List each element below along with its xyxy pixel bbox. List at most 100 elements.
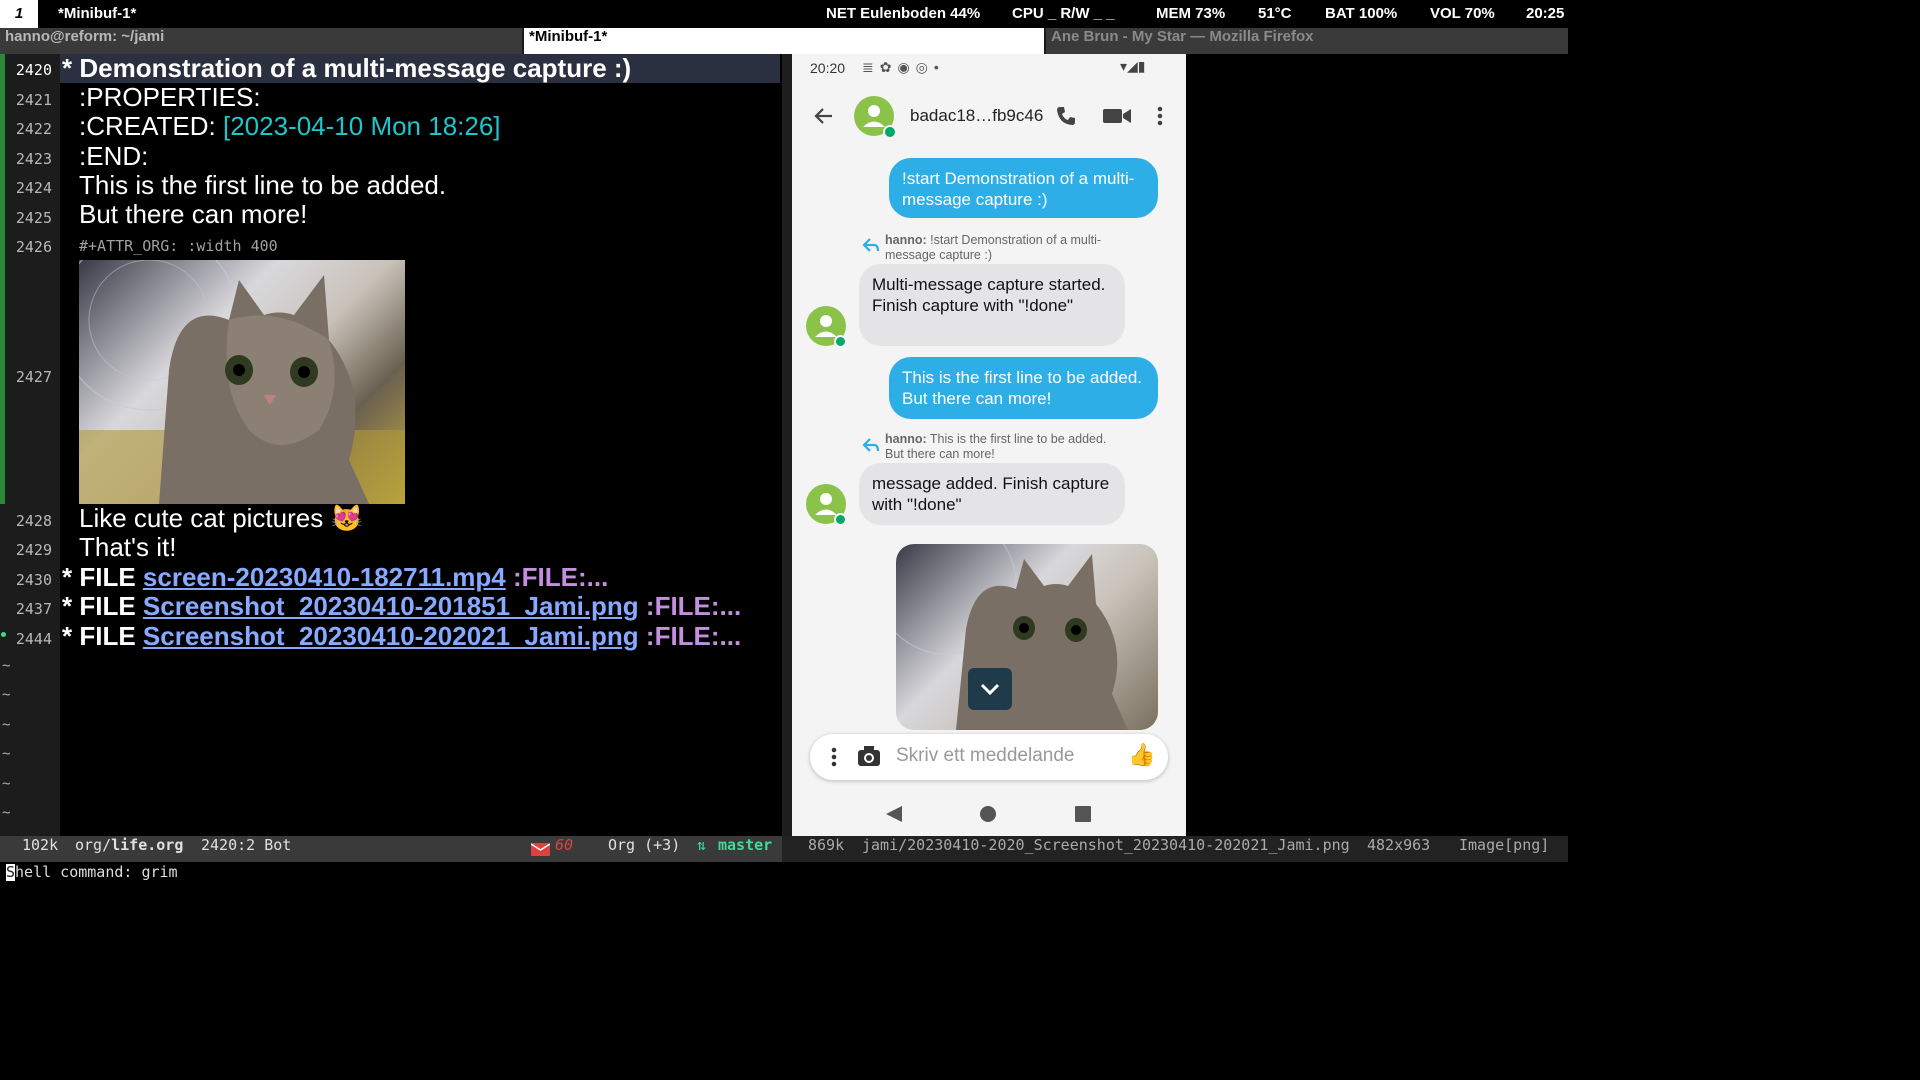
cat-image [79, 260, 405, 504]
file-heading[interactable]: * FILE Screenshot_20230410-202021_Jami.p… [62, 621, 741, 651]
body-line: But there can more! [79, 199, 308, 229]
nav-back-icon[interactable] [884, 805, 904, 823]
empty-line-marker: ~ [2, 717, 11, 733]
tab-firefox[interactable]: Ane Brun - My Star — Mozilla Firefox [1046, 28, 1568, 54]
more-options-icon[interactable] [830, 746, 838, 768]
thumbs-up-icon[interactable]: 👍 [1128, 743, 1155, 768]
phone-status-bar: 20:20 ≣✿◉◎• ▾◢▮ [792, 54, 1186, 82]
image-size: 869k [808, 836, 845, 854]
signal-icons: ▾◢▮ [1120, 58, 1146, 74]
mem-status: MEM 73% [1156, 5, 1226, 22]
workspace-indicator[interactable]: 1 [0, 0, 38, 28]
volume-status: VOL 70% [1430, 5, 1495, 22]
minibuffer-prompt[interactable]: Shell command: grim [6, 862, 178, 882]
git-fringe [0, 54, 5, 504]
mail-count: 60 [555, 836, 574, 854]
net-status: NET Eulenboden 44% [826, 5, 981, 22]
nav-home-icon[interactable] [979, 805, 997, 823]
contact-name[interactable]: badac18…fb9c46 [910, 106, 1043, 126]
video-call-icon[interactable] [1102, 105, 1132, 127]
modified-dot [1, 632, 6, 637]
reply-icon [862, 238, 880, 252]
line-number: 2444 [15, 630, 52, 648]
file-tag: :FILE:... [645, 621, 742, 651]
properties-end: :END: [79, 141, 149, 171]
message-input[interactable]: Skriv ett meddelande [896, 745, 1075, 767]
back-arrow-icon[interactable] [812, 104, 836, 128]
reply-quote: hanno: !start Demonstration of a multi-m… [885, 233, 1105, 263]
line-number: 2430 [15, 571, 52, 589]
cat-illustration [79, 260, 405, 504]
file-tag: :FILE:... [645, 591, 742, 621]
incoming-message[interactable]: Multi-message capture started. Finish ca… [859, 264, 1125, 346]
empty-line-marker: ~ [2, 658, 11, 674]
tab-minibuf[interactable]: *Minibuf-1* [524, 28, 1044, 54]
line-number: 2437 [15, 600, 52, 618]
nav-recents-icon[interactable] [1074, 805, 1092, 823]
outgoing-message[interactable]: This is the first line to be added. But … [889, 357, 1158, 419]
buffer-size: 102k [22, 836, 59, 854]
battery-status: BAT 100% [1325, 5, 1398, 22]
mail-icon[interactable] [531, 843, 550, 856]
incoming-message[interactable]: message added. Finish capture with "!don… [859, 463, 1125, 525]
online-indicator [883, 125, 897, 139]
window-title: *Minibuf-1* [58, 5, 137, 22]
line-number: 2424 [15, 179, 52, 197]
echo-area[interactable] [0, 862, 1568, 882]
temp-status: 51°C [1258, 5, 1292, 22]
properties-start: :PROPERTIES: [79, 82, 261, 112]
line-number: 2420 [15, 61, 52, 79]
buffer-file: life.org [111, 836, 184, 854]
file-link[interactable]: Screenshot_20230410-202021_Jami.png [143, 621, 639, 651]
empty-line-marker: ~ [2, 805, 11, 821]
file-link[interactable]: screen-20230410-182711.mp4 [143, 562, 506, 592]
phone-clock: 20:20 [810, 60, 846, 76]
image-message[interactable] [896, 544, 1158, 730]
line-number: 2429 [15, 541, 52, 559]
attr-org-line: #+ATTR_ORG: :width 400 [79, 237, 278, 255]
camera-icon[interactable] [856, 744, 882, 768]
empty-line-marker: ~ [2, 776, 11, 792]
file-heading[interactable]: * FILE Screenshot_20230410-201851_Jami.p… [62, 591, 741, 621]
phone-screenshot: 20:20 ≣✿◉◎• ▾◢▮ badac18…fb9c46 !start De… [792, 54, 1186, 836]
reply-quote: hanno: This is the first line to be adde… [885, 432, 1125, 462]
window-divider[interactable] [782, 54, 792, 836]
line-number: 2421 [15, 91, 52, 109]
org-heading[interactable]: * Demonstration of a multi-message captu… [62, 53, 631, 83]
git-branch[interactable]: master [718, 836, 772, 854]
file-star: * FILE [62, 562, 136, 592]
line-number: 2423 [15, 150, 52, 168]
body-line: That's it! [79, 532, 177, 562]
empty-line-marker: ~ [2, 746, 11, 762]
created-property: :CREATED: [2023-04-10 Mon 18:26] [79, 111, 501, 141]
outgoing-message[interactable]: !start Demonstration of a multi-message … [889, 158, 1158, 218]
created-timestamp[interactable]: [2023-04-10 Mon 18:26] [223, 111, 501, 141]
image-path[interactable]: jami/20230410-2020_Screenshot_20230410-2… [862, 836, 1350, 854]
notification-icons: ≣✿◉◎• [862, 59, 945, 75]
cpu-status: CPU _ R/W _ _ [1012, 5, 1115, 22]
scroll-down-button[interactable] [968, 668, 1012, 710]
tab-terminal[interactable]: hanno@reform: ~/jami [0, 28, 522, 54]
file-link[interactable]: Screenshot_20230410-201851_Jami.png [143, 591, 639, 621]
online-indicator [834, 513, 847, 526]
line-number: 2426 [15, 238, 52, 256]
image-mode: Image[png] [1459, 836, 1550, 854]
reply-author: hanno: [885, 233, 927, 247]
android-nav-bar [792, 788, 1186, 836]
created-key: :CREATED: [79, 111, 216, 141]
cursor-position: 2420:2 Bot [201, 836, 292, 854]
file-star: * FILE [62, 591, 136, 621]
buffer-path[interactable]: org/life.org [75, 836, 183, 854]
line-number: 2428 [15, 512, 52, 530]
line-number: 2425 [15, 209, 52, 227]
image-dimensions: 482x963 [1367, 836, 1431, 854]
body-line: This is the first line to be added. [79, 170, 447, 200]
reply-author: hanno: [885, 432, 927, 446]
major-mode[interactable]: Org (+3) [608, 836, 680, 854]
file-heading[interactable]: * FILE screen-20230410-182711.mp4 :FILE:… [62, 562, 608, 592]
chat-header: badac18…fb9c46 [792, 82, 1186, 150]
more-options-icon[interactable] [1156, 104, 1164, 128]
empty-line-marker: ~ [2, 687, 11, 703]
online-indicator [834, 335, 847, 348]
phone-call-icon[interactable] [1054, 104, 1078, 128]
